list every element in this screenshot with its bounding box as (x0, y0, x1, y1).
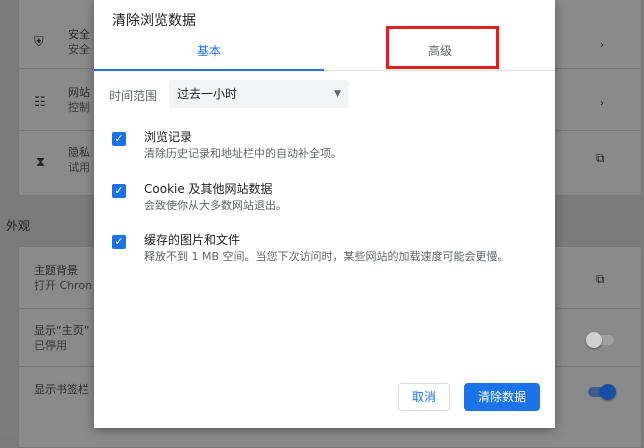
time-range-select[interactable]: 过去一小时 ▼ (169, 80, 349, 108)
cached-files-checkbox[interactable]: ✓ (112, 235, 126, 249)
browsing-history-checkbox[interactable]: ✓ (112, 132, 126, 146)
bg-bookmarks-bar-label[interactable]: 显示书签栏 (34, 383, 89, 397)
bg-privacy-sandbox-sublabel: 试用 (68, 161, 90, 174)
dropdown-arrow-icon: ▼ (334, 89, 341, 99)
cookies-title: Cookie 及其他网站数据 (144, 182, 273, 196)
home-button-toggle[interactable] (586, 332, 614, 348)
cached-files-title: 缓存的图片和文件 (144, 233, 241, 247)
external-link-icon: ⧉ (596, 151, 605, 165)
time-range-value: 过去一小时 (177, 87, 238, 101)
cookies-checkbox[interactable]: ✓ (112, 184, 126, 198)
sliders-icon: ☷ (34, 95, 46, 110)
shield-icon: ⛨ (34, 35, 44, 50)
cached-files-description: 释放不到 1 MB 空间。当您下次访问时，某些网站的加载速度可能会更慢。 (144, 250, 509, 263)
time-range-label: 时间范围 (109, 89, 158, 103)
dialog-title: 清除浏览数据 (112, 13, 196, 29)
bg-theme-sublabel: 打开 Chron (34, 279, 93, 292)
clear-browsing-data-dialog: 清除浏览数据 基本 高级 时间范围 过去一小时 ▼ ✓ 浏览记录 清除历史记录和… (94, 0, 555, 428)
bg-home-button-label[interactable]: 显示“主页” (34, 324, 89, 338)
bg-theme-label[interactable]: 主题背景 (34, 264, 78, 278)
chevron-right-icon: › (600, 98, 604, 109)
clear-data-button[interactable]: 清除数据 (464, 383, 540, 411)
cookies-description: 会致使你从大多数网站退出。 (144, 199, 287, 212)
browsing-history-title: 浏览记录 (144, 130, 193, 144)
chevron-right-icon: › (600, 40, 604, 51)
appearance-heading: 外观 (6, 219, 31, 233)
bg-home-button-sublabel: 已停用 (34, 339, 67, 352)
tab-basic[interactable]: 基本 (94, 34, 324, 71)
bg-security-label[interactable]: 安全 (68, 28, 90, 42)
cancel-button[interactable]: 取消 (398, 383, 450, 411)
bg-site-settings-label[interactable]: 网站 (68, 86, 90, 100)
browsing-history-description: 清除历史记录和地址栏中的自动补全项。 (144, 147, 342, 160)
bookmarks-bar-toggle[interactable] (588, 384, 616, 400)
flask-icon: ⧗ (36, 155, 46, 170)
bg-security-sublabel: 安全 (68, 43, 90, 56)
external-link-icon: ⧉ (596, 272, 605, 286)
advanced-tab-highlight (386, 26, 499, 69)
bg-privacy-sandbox-label[interactable]: 隐私 (68, 146, 90, 160)
bg-site-settings-sublabel: 控制 (68, 101, 90, 114)
